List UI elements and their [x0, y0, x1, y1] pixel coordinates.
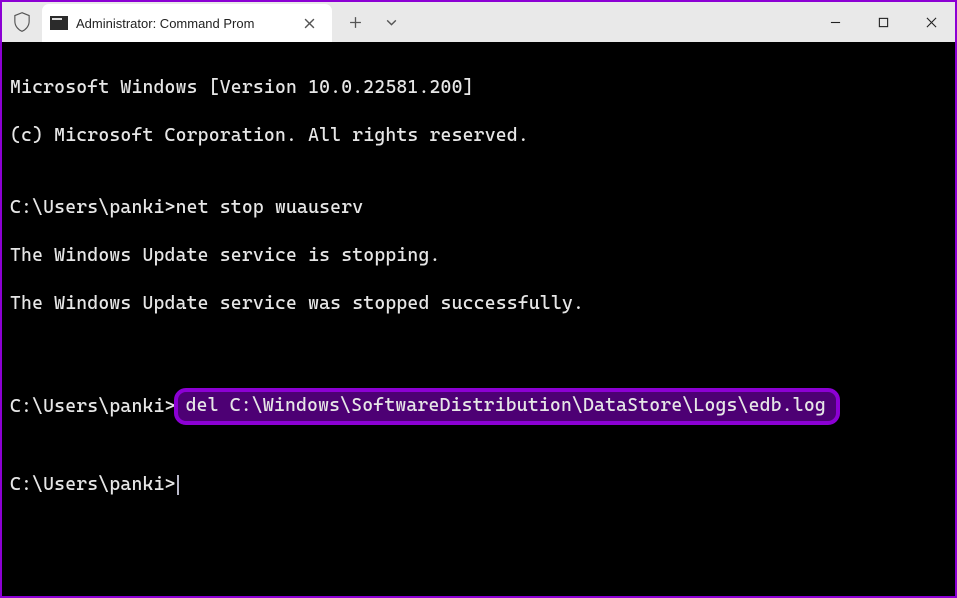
- close-button[interactable]: [907, 2, 955, 42]
- shield-icon: [2, 2, 42, 42]
- cmd-icon: [50, 16, 68, 30]
- highlight-annotation: del C:\Windows\SoftwareDistribution\Data…: [174, 388, 840, 425]
- prompt-text: C:\Users\panki>: [10, 395, 176, 419]
- tab-close-button[interactable]: [296, 10, 322, 36]
- minimize-button[interactable]: [811, 2, 859, 42]
- titlebar: Administrator: Command Prom: [2, 2, 955, 42]
- new-tab-button[interactable]: [338, 6, 372, 38]
- cursor-icon: [177, 475, 179, 495]
- highlighted-command-line: C:\Users\panki> del C:\Windows\SoftwareDi…: [10, 388, 947, 425]
- current-prompt-line: C:\Users\panki>: [10, 473, 947, 497]
- app-window: Administrator: Command Prom: [0, 0, 957, 598]
- command-text: del C:\Windows\SoftwareDistribution\Data…: [186, 395, 826, 416]
- output-line: The Windows Update service was stopped s…: [10, 292, 947, 316]
- window-controls: [811, 2, 955, 42]
- tab-dropdown-button[interactable]: [374, 6, 408, 38]
- tab-title: Administrator: Command Prom: [76, 16, 290, 31]
- prompt-text: C:\Users\panki>: [10, 197, 176, 218]
- active-tab[interactable]: Administrator: Command Prom: [42, 4, 332, 42]
- command-text: net stop wuauserv: [176, 197, 364, 218]
- command-line: C:\Users\panki>net stop wuauserv: [10, 196, 947, 220]
- tab-actions: [338, 2, 408, 42]
- maximize-button[interactable]: [859, 2, 907, 42]
- terminal-output[interactable]: Microsoft Windows [Version 10.0.22581.20…: [2, 42, 955, 596]
- output-line: Microsoft Windows [Version 10.0.22581.20…: [10, 76, 947, 100]
- prompt-text: C:\Users\panki>: [10, 474, 176, 495]
- output-line: The Windows Update service is stopping.: [10, 244, 947, 268]
- output-line: (c) Microsoft Corporation. All rights re…: [10, 124, 947, 148]
